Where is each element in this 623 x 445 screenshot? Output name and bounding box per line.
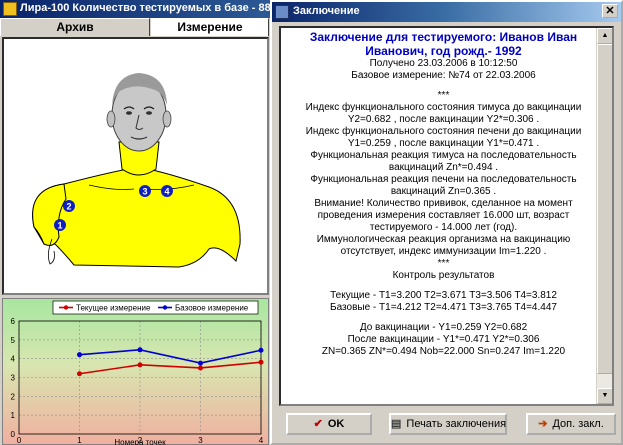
dialog-button-bar: ✔ OK ▤ Печать заключения ➔ Доп. закл. [272, 410, 621, 440]
ok-button[interactable]: ✔ OK [286, 413, 372, 435]
conclusion-line [285, 282, 602, 290]
y-tick-label: 0 [11, 430, 16, 439]
svg-text:1: 1 [57, 221, 62, 231]
conclusion-header: Заключение для тестируемого: Иванов Иван… [309, 30, 578, 58]
conclusion-line: Базовое измерение: №74 от 22.03.2006 [351, 70, 536, 81]
data-point-1 [77, 371, 82, 377]
legend-label: Базовое измерение [175, 304, 249, 313]
eye-right [146, 111, 152, 115]
conclusion-line: Внимание! Количество прививок, сделанное… [314, 198, 573, 209]
legend-label: Текущее измерение [76, 304, 151, 313]
data-point-1 [258, 359, 264, 365]
conclusion-line: Y2=0.682 , после вакцинации Y2*=0.306 . [347, 114, 540, 125]
conclusion-line: Индекс функционального состояния тимуса … [305, 102, 582, 113]
tab-archive[interactable]: Архив [0, 18, 150, 36]
torso-shape [32, 166, 241, 268]
point-marker-4[interactable]: 4 [161, 185, 173, 197]
additional-conclusion-button[interactable]: ➔ Доп. закл. [526, 413, 616, 435]
app-icon [3, 2, 17, 16]
svg-text:3: 3 [142, 187, 147, 197]
conclusion-line: Контроль результатов [392, 270, 495, 281]
arrow-right-icon: ➔ [538, 418, 548, 430]
printer-icon: ▤ [391, 418, 402, 430]
series-line-2 [79, 348, 262, 364]
conclusion-line: Иммунологическая реакция организма на ва… [316, 234, 571, 245]
vertical-scrollbar[interactable]: ▲ ▼ [596, 28, 612, 404]
legend-marker [162, 305, 168, 310]
x-tick-label: 3 [198, 436, 203, 445]
conclusion-line: *** [437, 90, 450, 101]
scroll-up-icon[interactable]: ▲ [597, 28, 612, 44]
conclusion-line: Текущие - T1=3.200 T2=3.671 T3=3.506 T4=… [330, 290, 557, 301]
dialog-icon [275, 5, 289, 19]
conclusion-line: Y1=0.259 , после вакцинации Y1*=0.471 . [347, 138, 540, 149]
scroll-down-icon[interactable]: ▼ [597, 388, 612, 404]
main-window-title: Лира-100 Количество тестируемых в базе -… [20, 2, 283, 14]
data-point-2 [137, 347, 143, 353]
body-figure-panel: 1 2 3 4 [2, 37, 269, 295]
conclusion-line: *** [437, 258, 450, 269]
y-tick-label: 6 [11, 317, 16, 326]
dialog-title: Заключение [293, 5, 360, 17]
conclusion-line: После вакцинации - Y1*=0.471 Y2*=0.306 [347, 334, 540, 345]
x-tick-label: 1 [77, 436, 82, 445]
svg-text:2: 2 [66, 202, 71, 212]
data-point-1 [198, 365, 203, 371]
conclusion-line: Функциональная реакция тимуса на последо… [310, 150, 577, 161]
conclusion-line: ZN=0.365 ZN*=0.494 Nob=22.000 Sn=0.247 I… [321, 346, 566, 357]
y-tick-label: 2 [11, 392, 16, 401]
data-point-1 [137, 362, 143, 368]
y-tick-label: 5 [11, 336, 16, 345]
point-marker-2[interactable]: 2 [63, 200, 75, 212]
print-conclusion-button[interactable]: ▤ Печать заключения [389, 413, 507, 435]
conclusion-line: Индекс функционального состояния печени … [305, 126, 582, 137]
conclusion-line: Получено 23.03.2006 в 10:12:50 [369, 58, 518, 69]
conclusion-line [285, 82, 602, 90]
close-button[interactable]: ✕ [602, 4, 618, 18]
svg-text:4: 4 [164, 187, 169, 197]
tab-measurement[interactable]: Измерение [151, 18, 269, 36]
conclusion-line: отсутствует, индекс иммунизации Im=1.220… [340, 246, 547, 257]
conclusion-lines: Получено 23.03.2006 в 10:12:50 Базовое из… [285, 58, 602, 358]
conclusion-line [285, 314, 602, 322]
y-tick-label: 3 [11, 374, 16, 383]
conclusion-line: До вакцинации - Y1=0.259 Y2=0.682 [359, 322, 528, 333]
print-label: Печать заключения [406, 418, 507, 430]
conclusion-text-area[interactable]: Заключение для тестируемого: Иванов Иван… [279, 26, 614, 406]
x-axis-label: Номера точек [114, 438, 166, 445]
conclusion-line: тестируемого - 14.000 лет (год). [369, 222, 518, 233]
data-point-2 [258, 347, 264, 353]
conclusion-line: вакцинаций Zn=0.365 . [390, 186, 497, 197]
legend-marker [63, 305, 69, 310]
conclusion-line: вакцинаций Zn*=0.494 . [388, 162, 499, 173]
dialog-title-bar[interactable]: Заключение ✕ [272, 2, 621, 22]
data-point-2 [77, 352, 82, 358]
y-tick-label: 1 [11, 411, 16, 420]
scroll-thumb[interactable] [597, 44, 612, 374]
conclusion-line: проведения измерения составляет 16.000 ш… [317, 210, 570, 221]
y-tick-label: 4 [11, 355, 16, 364]
conclusion-line: Базовые - T1=4.212 T2=4.471 T3=3.765 T4=… [330, 302, 557, 313]
ear-right [162, 110, 172, 128]
point-marker-1[interactable]: 1 [54, 219, 66, 231]
data-point-2 [198, 360, 203, 366]
point-marker-3[interactable]: 3 [139, 185, 151, 197]
eye-left [126, 111, 132, 115]
x-tick-label: 0 [17, 436, 22, 445]
series-line-1 [79, 361, 262, 375]
x-tick-label: 4 [259, 436, 264, 445]
ear-left [106, 110, 116, 128]
checkmark-icon: ✔ [313, 418, 323, 430]
more-label: Доп. закл. [552, 418, 604, 430]
ok-label: OK [327, 418, 345, 430]
conclusion-dialog: Заключение ✕ Заключение для тестируемого… [270, 0, 623, 445]
body-figure: 1 2 3 4 [32, 73, 241, 268]
conclusion-line: Функциональная реакция печени на последо… [310, 174, 577, 185]
chart-panel: 0 1 2 3 4 5 6 0 1 2 3 4 Текущее измерение Базовое изм… [2, 298, 269, 445]
line-chart: 01234560 1 2 3 4Текущее измерение Базовое изм… [11, 300, 264, 445]
